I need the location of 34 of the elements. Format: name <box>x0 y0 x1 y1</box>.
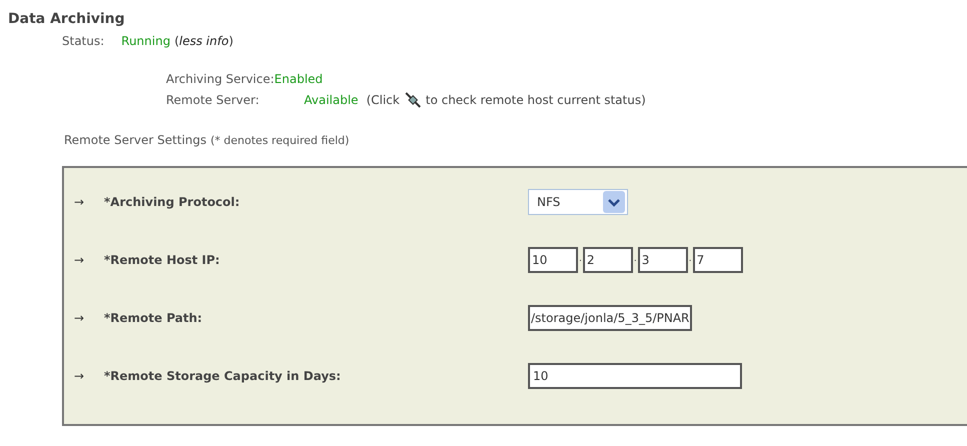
paren: ) <box>228 33 234 50</box>
caret-icon <box>603 191 625 213</box>
detail-label: Archiving Service: <box>166 71 274 88</box>
status-label: Status: <box>62 33 104 50</box>
protocol-dropdown[interactable]: NFS <box>528 189 628 215</box>
detail-value: Available <box>304 92 358 109</box>
remote-path-field[interactable]: /storage/jonla/5_3_5/PNAR <box>528 305 692 331</box>
plug-icon[interactable] <box>404 91 422 109</box>
capacity-field[interactable]: 10 <box>528 363 742 389</box>
arrow-icon: → <box>64 367 94 385</box>
ip-separator: . <box>688 253 693 266</box>
field-label: *Remote Path: <box>103 310 204 327</box>
detail-note: to check remote host current status) <box>426 92 646 109</box>
field-label: *Remote Host IP: <box>103 252 221 269</box>
paren: ( <box>174 33 180 50</box>
arrow-icon: → <box>64 193 94 211</box>
arrow-icon: → <box>64 309 94 327</box>
status-value: Running <box>121 33 170 50</box>
field-label: *Remote Storage Capacity in Days: <box>103 368 342 385</box>
less-info-link[interactable]: less info <box>179 32 229 50</box>
ip-octet-field[interactable]: 3 <box>638 247 688 273</box>
section-title: Data Archiving <box>8 10 126 29</box>
detail-note: (Click <box>366 92 400 109</box>
settings-heading: Remote Server Settings <box>64 132 206 149</box>
required-note: (* denotes required field) <box>210 133 350 149</box>
arrow-icon: → <box>64 251 94 269</box>
ip-separator: . <box>632 253 638 266</box>
ip-separator: . <box>578 253 583 266</box>
ip-octet-field[interactable]: 10 <box>528 247 578 273</box>
detail-label: Remote Server: <box>166 92 260 109</box>
ip-octet-field[interactable]: 7 <box>692 247 743 273</box>
ip-octet-field[interactable]: 2 <box>582 247 633 273</box>
field-label: *Archiving Protocol: <box>103 194 241 211</box>
detail-value: Enabled <box>274 71 323 88</box>
